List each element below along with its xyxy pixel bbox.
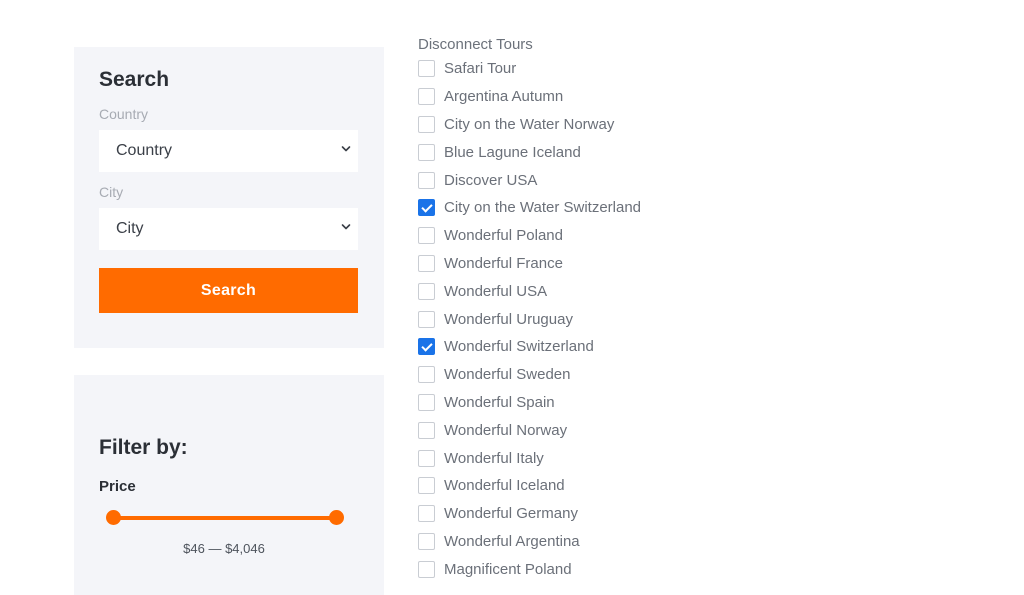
tour-option[interactable]: Discover USA [418, 166, 818, 194]
price-min-handle[interactable] [106, 510, 121, 525]
tour-option[interactable]: City on the Water Switzerland [418, 194, 818, 222]
tour-checkbox[interactable] [418, 393, 435, 411]
tour-label: Wonderful Norway [444, 421, 568, 439]
tour-checkbox[interactable] [418, 421, 435, 439]
tour-checkbox[interactable] [418, 560, 435, 578]
tours-heading: Disconnect Tours [418, 36, 533, 53]
tour-option[interactable]: Safari Tour [418, 55, 818, 83]
tour-checkbox[interactable] [418, 449, 435, 467]
tour-checkbox[interactable] [418, 310, 435, 328]
price-range-text: $46 — $4,046 [183, 541, 265, 556]
price-slider-track [113, 516, 337, 520]
tour-option[interactable]: Wonderful Spain [418, 389, 818, 417]
tours-filter: Disconnect Tours Safari Tour Argentina Au… [418, 35, 818, 583]
tour-checkbox[interactable] [418, 477, 435, 495]
tour-checkbox[interactable] [418, 505, 435, 523]
tour-checkbox[interactable] [418, 282, 435, 300]
country-select-value: Country [116, 142, 173, 159]
city-select-value: City [116, 220, 144, 237]
tour-label: Wonderful Argentina [444, 532, 580, 550]
tour-option[interactable]: Wonderful Norway [418, 416, 818, 444]
search-panel: Search Country Country City City Search [74, 47, 384, 348]
tour-option[interactable]: Wonderful Iceland [418, 472, 818, 500]
tour-checkbox-checked[interactable] [418, 338, 435, 356]
tour-label: Wonderful Germany [444, 505, 578, 523]
tour-label: City on the Water Norway [444, 115, 615, 133]
tour-label: Wonderful Iceland [444, 477, 565, 495]
tour-list: Safari Tour Argentina Autumn City on the W… [418, 55, 818, 583]
tour-checkbox[interactable] [418, 254, 435, 272]
tour-label: Wonderful France [444, 254, 563, 272]
tour-checkbox[interactable] [418, 532, 435, 550]
chevron-down-icon [341, 146, 351, 152]
tour-checkbox[interactable] [418, 60, 435, 78]
tour-label: Discover USA [444, 171, 538, 189]
tour-checkbox[interactable] [418, 143, 435, 161]
price-slider[interactable] [106, 510, 344, 526]
tour-option[interactable]: Wonderful Switzerland [418, 333, 818, 361]
tour-label: Wonderful Sweden [444, 366, 571, 384]
tour-option[interactable]: Wonderful Italy [418, 444, 818, 472]
tour-label: Wonderful USA [444, 282, 548, 300]
filter-title: Filter by: [99, 436, 188, 459]
tour-label: Safari Tour [444, 60, 517, 78]
tour-label: Argentina Autumn [444, 88, 564, 106]
country-select[interactable]: Country [99, 130, 358, 172]
tour-option[interactable]: Wonderful Argentina [418, 528, 818, 556]
tour-label: Wonderful Poland [444, 227, 563, 245]
tour-option[interactable]: Wonderful USA [418, 277, 818, 305]
tour-label: Wonderful Switzerland [444, 338, 594, 356]
tour-checkbox-checked[interactable] [418, 199, 435, 217]
tour-checkbox[interactable] [418, 171, 435, 189]
chevron-down-icon [341, 224, 351, 230]
tour-label: Magnificent Poland [444, 560, 572, 578]
city-label: City [99, 184, 124, 200]
tour-option[interactable]: City on the Water Norway [418, 111, 818, 139]
tour-label: Blue Lagune Iceland [444, 143, 581, 161]
tour-option[interactable]: Blue Lagune Iceland [418, 138, 818, 166]
filter-panel: Filter by: Price $46 — $4,046 [74, 375, 384, 595]
city-select[interactable]: City [99, 208, 358, 250]
tour-checkbox[interactable] [418, 366, 435, 384]
tour-label: Wonderful Spain [444, 393, 555, 411]
price-label: Price [99, 478, 136, 495]
country-label: Country [99, 106, 149, 122]
tour-checkbox[interactable] [418, 227, 435, 245]
tour-option[interactable]: Wonderful Germany [418, 500, 818, 528]
tour-option[interactable]: Wonderful Sweden [418, 361, 818, 389]
tour-label: Wonderful Italy [444, 449, 544, 467]
tour-option[interactable]: Argentina Autumn [418, 83, 818, 111]
tour-checkbox[interactable] [418, 88, 435, 106]
tour-option[interactable]: Wonderful France [418, 250, 818, 278]
tour-label: City on the Water Switzerland [444, 199, 642, 217]
tour-checkbox[interactable] [418, 115, 435, 133]
price-max-handle[interactable] [329, 510, 344, 525]
search-title: Search [99, 68, 170, 91]
tour-option[interactable]: Magnificent Poland [418, 555, 818, 583]
tour-label: Wonderful Uruguay [444, 310, 573, 328]
tour-option[interactable]: Wonderful Uruguay [418, 305, 818, 333]
search-button[interactable]: Search [99, 268, 358, 313]
tour-option[interactable]: Wonderful Poland [418, 222, 818, 250]
